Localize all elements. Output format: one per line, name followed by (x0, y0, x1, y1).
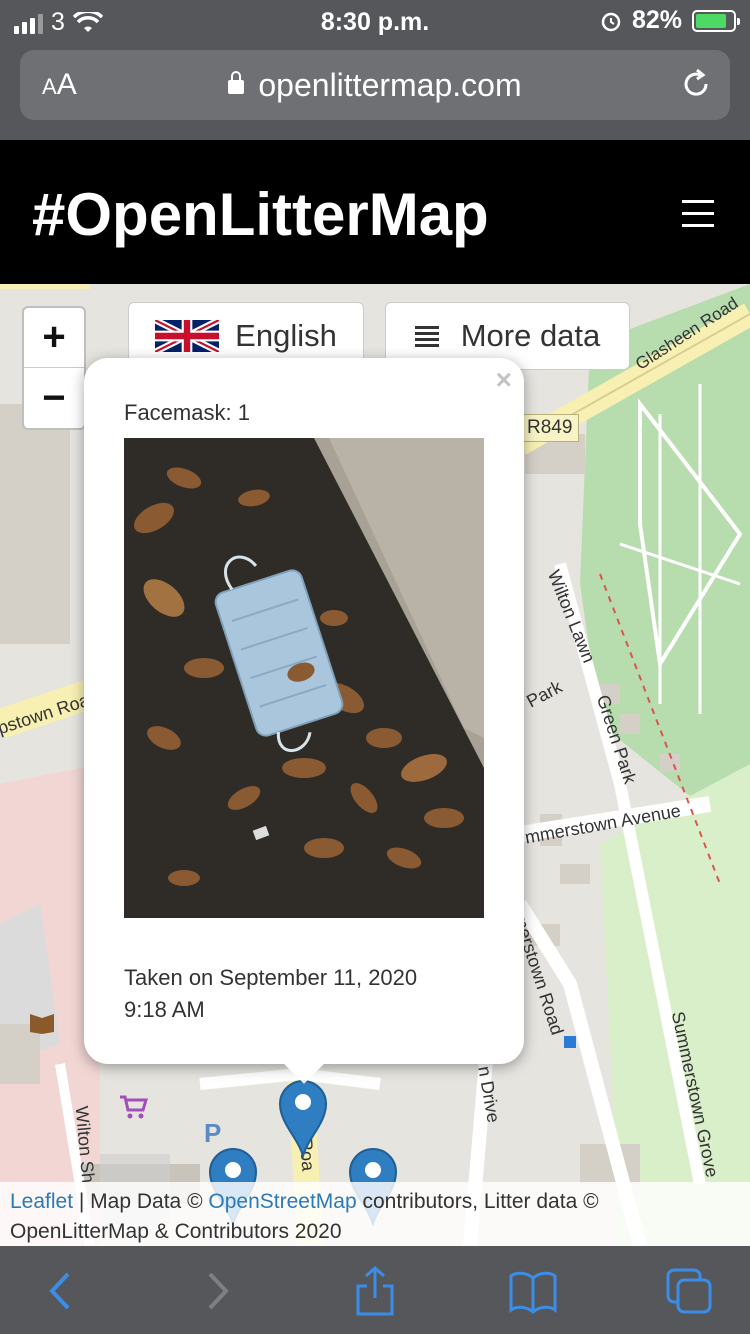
status-bar: 3 8:30 p.m. 82% (0, 0, 750, 44)
popup-date-line: Taken on September 11, 2020 (124, 965, 418, 990)
leaflet-link[interactable]: Leaflet (10, 1190, 73, 1213)
url-text: openlittermap.com (258, 67, 522, 103)
url-display[interactable]: openlittermap.com (20, 67, 730, 104)
attribution-text: | Map Data © (73, 1190, 209, 1213)
map-label-r849: R849 (520, 414, 580, 442)
back-icon[interactable] (36, 1266, 86, 1316)
battery-icon (692, 9, 740, 32)
share-icon[interactable] (350, 1266, 400, 1316)
uk-flag-icon (155, 320, 220, 352)
zoom-control: + − (22, 306, 86, 430)
shopping-cart-icon (120, 1095, 148, 1119)
popup-heading: Facemask: 1 (124, 400, 250, 425)
list-icon (414, 323, 439, 350)
reload-icon[interactable] (678, 66, 714, 102)
close-icon[interactable]: × (496, 364, 512, 396)
language-label: English (235, 318, 337, 353)
status-right: 82% (600, 6, 740, 35)
map-view[interactable]: Glasheen Road R849 Wilton Lawn Green Par… (0, 284, 750, 1246)
zoom-in-button[interactable]: + (24, 308, 84, 368)
bus-stop-icon (564, 1036, 576, 1048)
hamburger-icon[interactable] (682, 200, 714, 236)
site-header: #OpenLitterMap (0, 140, 750, 284)
more-data-label: More data (460, 318, 601, 353)
lock-icon (228, 71, 245, 94)
battery-percent: 82% (631, 6, 682, 34)
address-bar[interactable]: AA openlittermap.com (20, 50, 730, 120)
popup-time-line: 9:18 AM (124, 997, 205, 1022)
site-title[interactable]: #OpenLitterMap (32, 180, 489, 249)
forward-icon[interactable] (192, 1266, 242, 1316)
openstreetmap-link[interactable]: OpenStreetMap (208, 1190, 356, 1213)
library-icon (30, 1014, 54, 1034)
tabs-icon[interactable] (664, 1266, 714, 1316)
browser-chrome: 3 8:30 p.m. 82% AA openlittermap.com (0, 0, 750, 140)
battery-fill (696, 13, 726, 28)
litter-marker-icon[interactable] (278, 1078, 328, 1158)
parking-icon: P (204, 1118, 222, 1148)
alarm-icon (601, 12, 621, 31)
facemask-photo-image (124, 438, 484, 918)
popup-tip (284, 1064, 324, 1084)
litter-photo[interactable] (124, 438, 484, 918)
map-attribution: Leaflet | Map Data © OpenStreetMap contr… (0, 1182, 750, 1246)
zoom-out-button[interactable]: − (24, 368, 84, 428)
bookmarks-icon[interactable] (508, 1266, 558, 1316)
litter-popup: × Facemask: 1 Taken on September 11, 202… (84, 358, 524, 1064)
popup-date: Taken on September 11, 2020 9:18 AM (124, 962, 484, 1026)
browser-toolbar (0, 1246, 750, 1334)
